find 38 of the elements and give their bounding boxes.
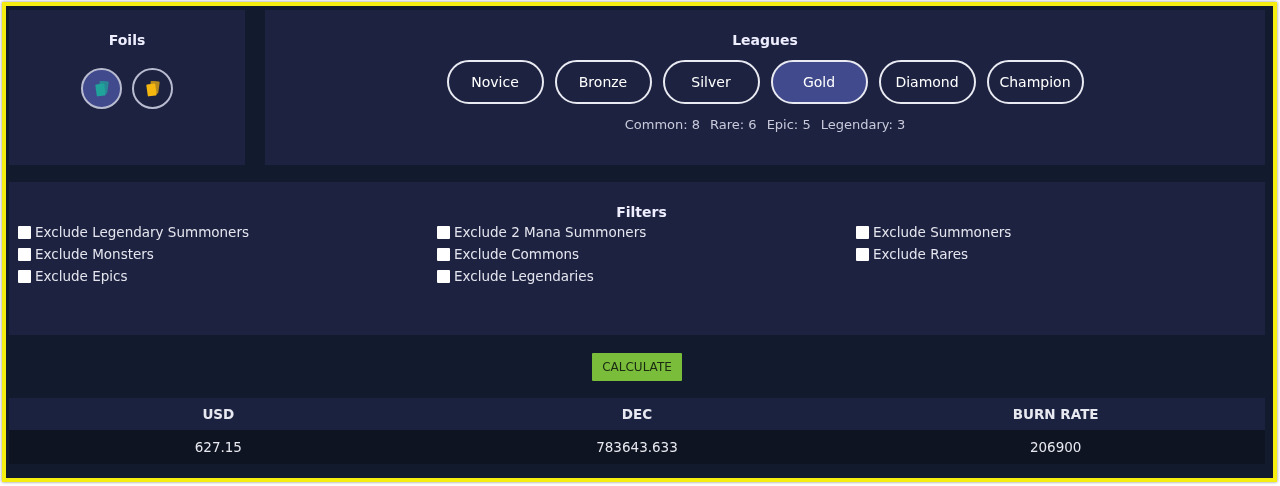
table-cell: 627.15 [194,439,242,455]
column-header: USD [202,406,235,422]
checkbox-label: Exclude Rares [873,246,969,262]
league-button[interactable]: Novice [446,60,544,104]
checkbox-label: Exclude Summoners [873,224,1012,240]
rarity-count: Legendary: 3 [820,117,906,132]
table-cell: 206900 [1029,439,1082,455]
checkbox-label: Exclude Epics [35,268,128,284]
checkbox[interactable] [18,225,31,239]
panel-title: Filters [616,203,667,218]
league-button[interactable]: Diamond [878,60,976,104]
rarity-count: Rare: 6 [710,117,757,132]
panel-title: Leagues [732,31,798,46]
checkbox[interactable] [437,269,450,283]
league-button[interactable]: Gold [770,60,868,104]
checkbox[interactable] [437,247,450,261]
checkbox-label: Exclude Commons [454,246,579,262]
checkbox[interactable] [856,225,869,239]
rarity-count: Epic: 5 [766,117,811,132]
checkbox-label: Exclude 2 Mana Summoners [454,224,647,240]
checkbox-label: Exclude Monsters [35,246,154,262]
panel-title: Foils [108,31,146,46]
column-header: DEC [621,406,653,422]
calculate-button[interactable]: CALCULATE [592,352,682,381]
table-cell: 783643.633 [596,439,678,455]
foil-button[interactable] [132,68,173,109]
league-button[interactable]: Bronze [554,60,652,104]
rarity-count: Common: 8 [624,117,701,132]
checkbox-label: Exclude Legendary Summoners [35,224,249,240]
checkbox-label: Exclude Legendaries [454,268,594,284]
checkbox[interactable] [856,247,869,261]
checkbox[interactable] [437,225,450,239]
checkbox[interactable] [18,247,31,261]
column-header: BURN RATE [1012,406,1099,422]
foil-button[interactable] [81,68,122,109]
league-button[interactable]: Silver [662,60,760,104]
league-button[interactable]: Champion [986,60,1084,104]
checkbox[interactable] [18,269,31,283]
